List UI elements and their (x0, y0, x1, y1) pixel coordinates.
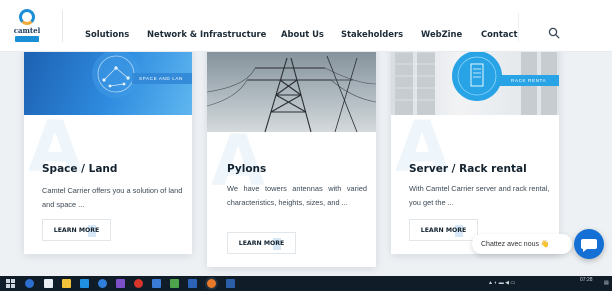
header-divider (62, 10, 63, 42)
card-title: Server / Rack rental (409, 163, 527, 175)
tray-icons[interactable]: ▲ ◐ ▬ ◀ ▭ (488, 281, 515, 286)
nav-contact[interactable]: Contact (481, 29, 518, 39)
learn-more-button[interactable]: LEARN MORE (42, 219, 111, 241)
logo-subtitle-bar (15, 36, 39, 42)
learn-more-button[interactable]: LEARN MORE (227, 232, 296, 254)
chat-bubble-icon (581, 239, 597, 252)
nav-network-infrastructure[interactable]: Network & Infrastructure (147, 29, 266, 39)
card-description: We have towers antennas with varied char… (227, 184, 367, 207)
card-title: Space / Land (42, 163, 118, 175)
word-icon[interactable] (188, 279, 197, 288)
edge-icon[interactable] (25, 279, 34, 288)
start-windows-icon[interactable] (6, 279, 15, 288)
mail-icon[interactable] (80, 279, 89, 288)
site-header: camtel Solutions Network & Infrastructur… (0, 0, 612, 52)
nav-about-us[interactable]: About Us (281, 29, 324, 39)
card-description: With Camtel Carrier server and rack rent… (409, 184, 550, 207)
nav-solutions[interactable]: Solutions (85, 29, 129, 39)
onenote-icon[interactable] (116, 279, 125, 288)
header-divider-right (518, 13, 519, 41)
app-icon-2[interactable] (152, 279, 161, 288)
card-pylons: A Pylons We have towers antennas with va… (207, 40, 376, 267)
word-icon-2[interactable] (226, 279, 235, 288)
nav-webzine[interactable]: WebZine (421, 29, 462, 39)
button-label: LEARN MORE (53, 226, 100, 234)
clock-time[interactable]: 07:28 (580, 278, 593, 283)
opera-icon[interactable] (134, 279, 143, 288)
chat-button[interactable] (574, 229, 604, 259)
pylons-image (207, 40, 376, 132)
logo-mark (19, 9, 35, 25)
card-description: Camtel Carrier offers you a solution of … (42, 186, 183, 209)
nav-stakeholders[interactable]: Stakeholders (341, 29, 403, 39)
button-label: LEARN MORE (420, 226, 467, 234)
search-icon[interactable] (548, 27, 560, 39)
page: camtel Solutions Network & Infrastructur… (0, 0, 612, 291)
space-land-banner: SPACE AND LAN (139, 76, 183, 81)
app-icon-3[interactable] (170, 279, 179, 288)
card-space-land: SPACE AND LAN A Space / Land Camtel Carr… (24, 40, 192, 254)
pylon-tower-icon (207, 55, 376, 132)
camtel-logo[interactable]: camtel (10, 9, 44, 47)
server-rack-banner: RACK RENTA (511, 78, 547, 83)
logo-text: camtel (13, 26, 41, 35)
card-server-rack: RACK RENTA A Server / Rack rental With C… (391, 40, 559, 254)
windows-taskbar: ▲ ◐ ▬ ◀ ▭ 07:28 ▤ (0, 276, 612, 291)
button-label: LEARN MORE (238, 239, 285, 247)
file-explorer-icon[interactable] (62, 279, 71, 288)
notifications-icon[interactable]: ▤ (604, 281, 609, 286)
card-title: Pylons (227, 163, 267, 175)
store-icon[interactable] (44, 279, 53, 288)
chrome-icon[interactable] (207, 279, 216, 288)
chat-invite-bubble[interactable]: Chattez avec nous 👋 (472, 234, 572, 254)
learn-more-button[interactable]: LEARN MORE (409, 219, 478, 241)
app-icon[interactable] (98, 279, 107, 288)
